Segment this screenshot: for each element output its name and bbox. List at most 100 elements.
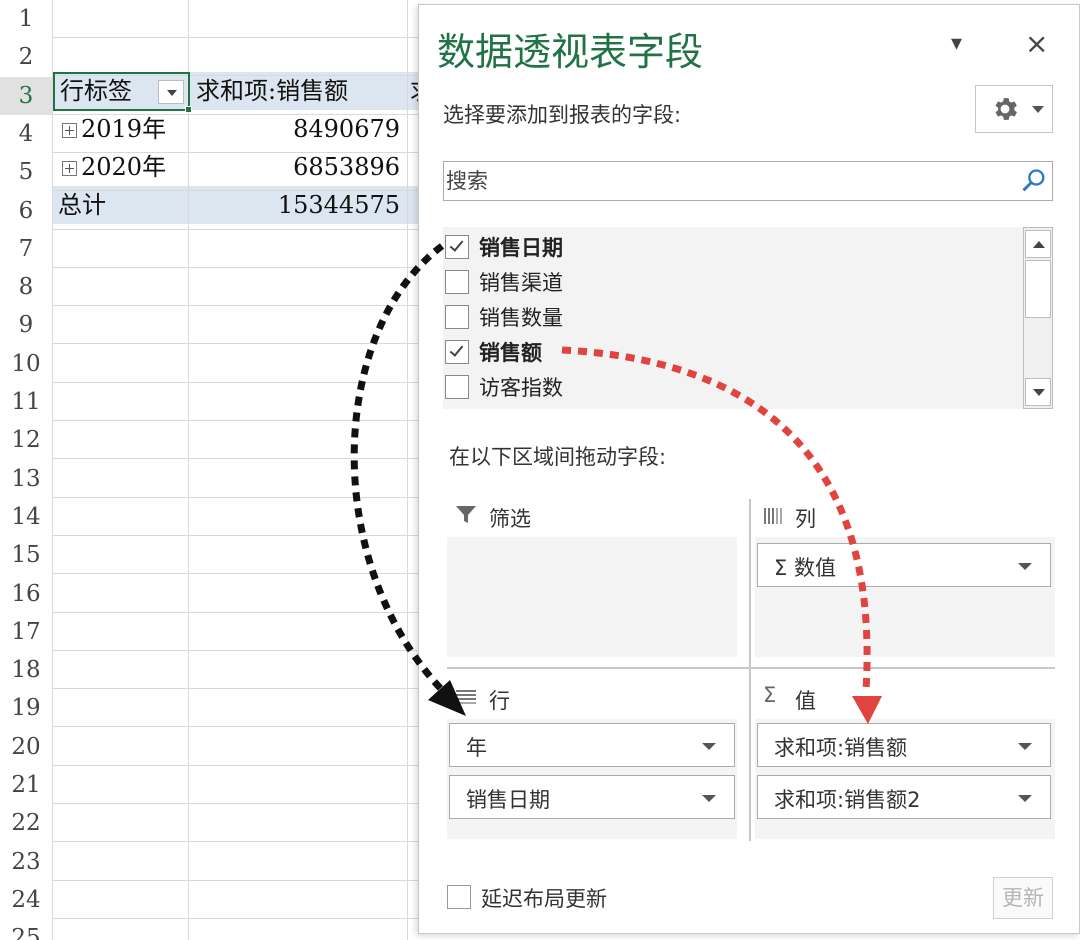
values-drop-zone[interactable]: 求和项:销售额 求和项:销售额2 [755, 719, 1055, 839]
value-field-sales[interactable]: 求和项:销售额 [757, 723, 1051, 767]
pivot-value-2020[interactable]: 6853896 [196, 148, 400, 186]
scroll-thumb[interactable] [1025, 260, 1051, 318]
field-label: 销售额 [479, 341, 542, 365]
gear-icon [995, 98, 1017, 120]
chevron-down-icon [1032, 106, 1044, 113]
field-item[interactable]: 销售日期 [443, 231, 1023, 265]
scroll-down-button[interactable] [1025, 378, 1051, 406]
row-header[interactable]: 7 [0, 229, 52, 268]
value-field-label: 求和项:销售额 [774, 736, 908, 760]
pivot-row-label: 2020年 [81, 153, 167, 181]
pivot-field-list-pane: 数据透视表字段 ▾ × 选择要添加到报表的字段: 销售日期销售渠道销售数量销售额… [418, 4, 1080, 934]
choose-fields-label: 选择要添加到报表的字段: [443, 103, 682, 127]
row-field-year[interactable]: 年 [449, 723, 735, 767]
row-header[interactable]: 15 [0, 536, 52, 575]
row-header[interactable]: 8 [0, 268, 52, 307]
field-item[interactable]: 销售额 [443, 336, 1023, 370]
columns-drop-zone[interactable]: Σ 数值 [755, 537, 1055, 657]
columns-area-label: 列 [795, 507, 816, 531]
row-header[interactable]: 16 [0, 574, 52, 613]
field-label: 访客指数 [479, 376, 563, 400]
row-header[interactable]: 10 [0, 344, 52, 383]
scroll-down-icon [1033, 389, 1045, 396]
scroll-up-icon [1033, 241, 1045, 248]
row-header[interactable]: 12 [0, 421, 52, 460]
field-checkbox[interactable] [445, 305, 469, 329]
row-header[interactable]: 11 [0, 383, 52, 421]
row-header[interactable]: 4 [0, 114, 52, 153]
tools-button[interactable] [975, 85, 1053, 133]
chevron-down-icon[interactable] [1018, 563, 1032, 570]
search-input[interactable] [446, 164, 1016, 198]
row-field-sale-date[interactable]: 销售日期 [449, 775, 735, 819]
row-header[interactable]: 14 [0, 497, 52, 536]
field-label: 销售渠道 [479, 271, 563, 295]
filter-area-label: 筛选 [489, 507, 531, 531]
filter-icon [456, 506, 476, 523]
column-field-label: Σ 数值 [774, 556, 836, 580]
row-header[interactable]: 19 [0, 689, 52, 728]
chevron-down-icon[interactable] [1018, 795, 1032, 802]
pane-options-dropdown[interactable]: ▾ [951, 31, 962, 56]
field-label: 销售数量 [479, 306, 563, 330]
row-header[interactable]: 23 [0, 842, 52, 881]
update-button[interactable]: 更新 [993, 877, 1053, 919]
row-header[interactable]: 18 [0, 651, 52, 690]
search-icon[interactable] [1020, 167, 1048, 195]
check-icon [449, 342, 464, 357]
chevron-down-icon[interactable] [1018, 743, 1032, 750]
row-field-label: 年 [466, 736, 487, 760]
pivot-row-2020[interactable]: 2020年 [58, 148, 188, 186]
row-header[interactable]: 25 [0, 919, 52, 940]
drag-fields-label: 在以下区域间拖动字段: [449, 445, 667, 469]
row-header[interactable]: 2 [0, 38, 52, 77]
pivot-row-label: 2019年 [81, 115, 167, 143]
pivot-total-label[interactable]: 总计 [58, 186, 178, 224]
close-button[interactable]: × [1025, 27, 1048, 60]
search-box[interactable] [443, 161, 1053, 201]
filter-drop-zone[interactable] [447, 537, 737, 657]
field-checkbox[interactable] [445, 375, 469, 399]
field-label: 销售日期 [479, 236, 563, 260]
field-checkbox[interactable] [445, 340, 469, 364]
row-header[interactable]: 1 [0, 0, 52, 38]
row-header[interactable]: 3 [0, 76, 52, 115]
chevron-down-icon[interactable] [702, 795, 716, 802]
pivot-value-header[interactable]: 求和项:销售额 [196, 72, 396, 110]
row-header[interactable]: 6 [0, 191, 52, 230]
fill-handle[interactable] [185, 106, 192, 113]
row-header[interactable]: 17 [0, 612, 52, 651]
field-item[interactable]: 销售渠道 [443, 266, 1023, 300]
row-header[interactable]: 9 [0, 306, 52, 345]
pivot-value-2019[interactable]: 8490679 [196, 110, 400, 148]
row-header[interactable]: 21 [0, 766, 52, 804]
rows-area-label: 行 [489, 689, 510, 713]
row-header[interactable]: 20 [0, 727, 52, 766]
sigma-icon: Σ [763, 683, 777, 707]
defer-update-checkbox[interactable] [447, 885, 471, 909]
pivot-total-value[interactable]: 15344575 [196, 186, 400, 224]
scroll-up-button[interactable] [1025, 230, 1051, 258]
value-field-sales-2[interactable]: 求和项:销售额2 [757, 775, 1051, 819]
pivot-row-2019[interactable]: 2019年 [58, 110, 188, 148]
columns-icon [764, 508, 782, 524]
row-header[interactable]: 24 [0, 880, 52, 919]
area-divider-vertical [749, 499, 751, 841]
row-header[interactable]: 22 [0, 804, 52, 843]
selected-cell [53, 72, 190, 111]
pane-title: 数据透视表字段 [437, 30, 704, 74]
column-field-values[interactable]: Σ 数值 [757, 543, 1051, 587]
values-area-label: 值 [795, 689, 816, 713]
field-item[interactable]: 销售数量 [443, 301, 1023, 335]
row-header[interactable]: 13 [0, 459, 52, 498]
field-item[interactable]: 访客指数 [443, 371, 1023, 405]
expand-icon[interactable] [62, 161, 77, 176]
row-header[interactable]: 5 [0, 153, 52, 192]
rows-drop-zone[interactable]: 年 销售日期 [447, 719, 737, 839]
field-checkbox[interactable] [445, 270, 469, 294]
expand-icon[interactable] [62, 123, 77, 138]
chevron-down-icon[interactable] [702, 743, 716, 750]
field-list: 销售日期销售渠道销售数量销售额访客指数 [443, 227, 1053, 409]
field-checkbox[interactable] [445, 235, 469, 259]
field-list-scrollbar[interactable] [1023, 227, 1053, 409]
